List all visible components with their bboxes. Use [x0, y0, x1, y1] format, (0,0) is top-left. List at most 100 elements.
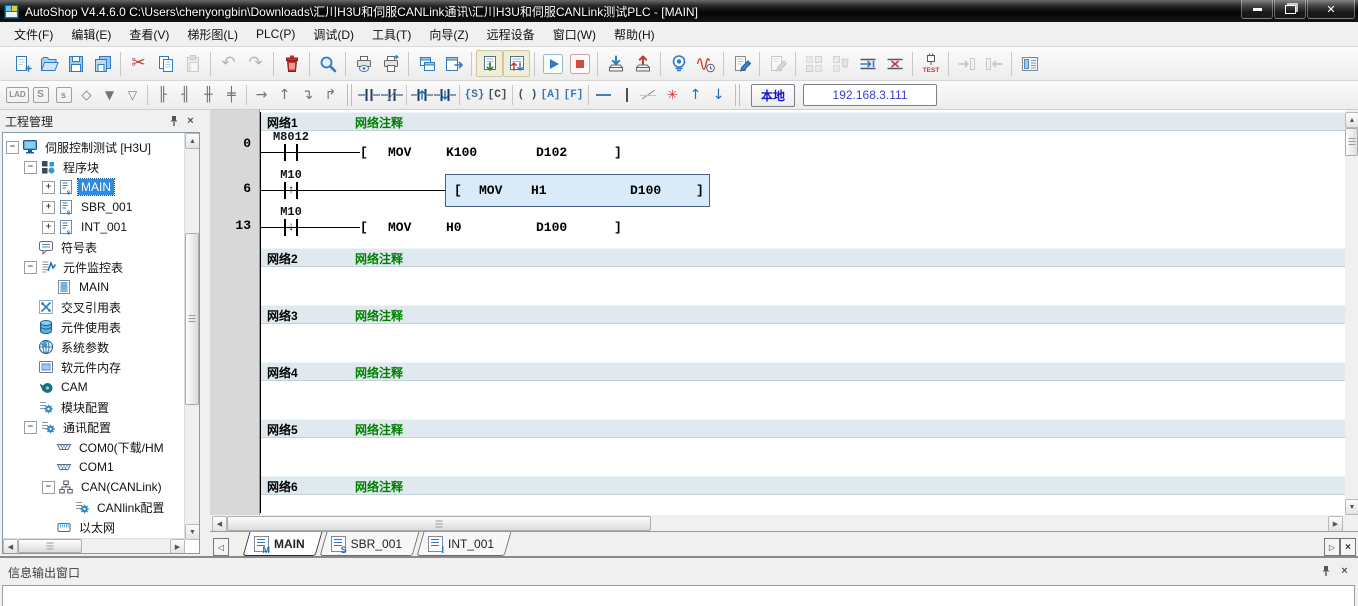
- tree-item-usage-table[interactable]: 元件使用表: [3, 317, 185, 337]
- scroll-up-icon[interactable]: ▲: [185, 133, 199, 149]
- instr-src[interactable]: K100: [446, 145, 477, 160]
- export-program-icon[interactable]: [503, 50, 530, 77]
- trace-scope-icon[interactable]: [692, 50, 719, 77]
- tree-item-canlink-config[interactable]: CANlink配置: [3, 497, 185, 517]
- tree-item-comm-config[interactable]: 通讯配置: [3, 417, 185, 437]
- coil-func-icon[interactable]: [562, 85, 585, 106]
- tree-item-watch-main[interactable]: MAIN: [3, 277, 185, 297]
- instr-dst[interactable]: D102: [536, 145, 567, 160]
- network-1-header[interactable]: 网络1 网络注释: [261, 112, 1345, 131]
- save-all-icon[interactable]: [89, 50, 116, 77]
- monitor-icon[interactable]: [665, 50, 692, 77]
- write-edit-icon[interactable]: [728, 50, 755, 77]
- tree-item-symbol-table[interactable]: 符号表: [3, 237, 185, 257]
- tree-vscroll-thumb[interactable]: [185, 233, 199, 405]
- instr-src[interactable]: H0: [446, 220, 462, 235]
- s-block-icon[interactable]: S: [29, 85, 52, 106]
- s-block-small-icon[interactable]: s: [52, 85, 75, 106]
- tree-item-module-config[interactable]: 模块配置: [3, 397, 185, 417]
- redo-icon[interactable]: ↷: [242, 50, 269, 77]
- tab-scroll-left-icon[interactable]: ◁: [213, 538, 229, 556]
- tree-item-can[interactable]: CAN(CANLink): [3, 477, 185, 497]
- open-file-icon[interactable]: [35, 50, 62, 77]
- step-in-icon[interactable]: [953, 50, 980, 77]
- tab-main[interactable]: MAIN: [244, 532, 321, 556]
- export-window-icon[interactable]: [440, 50, 467, 77]
- expand-icon[interactable]: [42, 200, 55, 214]
- branch-merge-icon[interactable]: ╫: [197, 85, 220, 106]
- tab-close-icon[interactable]: ×: [1340, 538, 1356, 556]
- upload-from-plc-icon[interactable]: [629, 50, 656, 77]
- pin-icon[interactable]: [1317, 562, 1334, 579]
- collapse-icon[interactable]: [24, 160, 37, 174]
- save-icon[interactable]: [62, 50, 89, 77]
- copy-icon[interactable]: [152, 50, 179, 77]
- stop-icon[interactable]: [566, 50, 593, 77]
- delete-icon[interactable]: [278, 50, 305, 77]
- tree-item-cross-reference[interactable]: 交叉引用表: [3, 297, 185, 317]
- contact-closed-icon[interactable]: [380, 85, 403, 106]
- tree-item-sbr-001[interactable]: s SBR_001: [3, 197, 185, 217]
- contact-m10-rising[interactable]: M10 ↑: [280, 168, 302, 206]
- line-up-icon[interactable]: ↑: [684, 85, 707, 106]
- tree-item-watch-table[interactable]: 元件监控表: [3, 257, 185, 277]
- collapse-icon[interactable]: [24, 260, 37, 274]
- tab-int-001[interactable]: INT_001: [418, 532, 510, 556]
- panel-close-icon[interactable]: ×: [1336, 562, 1353, 579]
- collapse-icon[interactable]: [6, 140, 19, 154]
- read-edit-icon[interactable]: [764, 50, 791, 77]
- insert-row-icon[interactable]: [854, 50, 881, 77]
- tree-item-cam[interactable]: CAM: [3, 377, 185, 397]
- run-icon[interactable]: [539, 50, 566, 77]
- editor-hscrollbar[interactable]: ◀ ▶: [210, 515, 1345, 532]
- instr-op[interactable]: MOV: [388, 220, 411, 235]
- convert-icon[interactable]: [800, 50, 827, 77]
- instr-op[interactable]: MOV: [479, 183, 502, 198]
- wire-right-icon[interactable]: →: [250, 85, 273, 106]
- menu-plc[interactable]: PLC(P): [247, 24, 304, 44]
- cut-icon[interactable]: ✂: [125, 50, 152, 77]
- menu-edit[interactable]: 编辑(E): [62, 23, 120, 46]
- coil-counter-icon[interactable]: [486, 85, 509, 106]
- close-button[interactable]: ✕: [1307, 0, 1355, 19]
- undo-icon[interactable]: ↶: [215, 50, 242, 77]
- delete-row-icon[interactable]: [881, 50, 908, 77]
- pin-icon[interactable]: [165, 113, 182, 130]
- menu-window[interactable]: 窗口(W): [544, 23, 605, 46]
- editor-hscroll-thumb[interactable]: [227, 516, 651, 531]
- network-name[interactable]: 网络2: [267, 250, 298, 267]
- ladder-editor[interactable]: 0 6 13 网络1 网络注释 M8012 MOV K100 D102 M10 …: [210, 110, 1345, 515]
- tree-vscrollbar[interactable]: ▲ ▼: [184, 133, 199, 540]
- menu-debug[interactable]: 调试(D): [304, 23, 363, 46]
- network-name[interactable]: 网络1: [267, 114, 298, 131]
- paste-icon[interactable]: [179, 50, 206, 77]
- menu-file[interactable]: 文件(F): [5, 23, 62, 46]
- contact-open-icon[interactable]: [357, 85, 380, 106]
- contact-rising-icon[interactable]: [410, 85, 433, 106]
- panel-close-icon[interactable]: ×: [182, 113, 199, 130]
- tree-item-main[interactable]: s MAIN: [3, 177, 185, 197]
- lad-mode-icon[interactable]: LAD: [6, 85, 29, 106]
- scroll-right-icon[interactable]: ▶: [1328, 516, 1343, 532]
- cascade-windows-icon[interactable]: [413, 50, 440, 77]
- network-name[interactable]: 网络3: [267, 307, 298, 324]
- draw-vline-icon[interactable]: [615, 85, 638, 106]
- tab-scroll-right-icon[interactable]: ▷: [1324, 538, 1340, 556]
- network-comment[interactable]: 网络注释: [355, 114, 403, 131]
- instr-src[interactable]: H1: [531, 183, 547, 198]
- editor-vscrollbar[interactable]: ▲ ▼: [1345, 112, 1358, 515]
- convert-delete-icon[interactable]: [827, 50, 854, 77]
- branch-split-icon[interactable]: ╪: [220, 85, 243, 106]
- append-branch-down-icon[interactable]: ▽: [121, 85, 144, 106]
- tree-item-ethernet[interactable]: 以太网: [3, 517, 185, 537]
- network-comment[interactable]: 网络注释: [355, 364, 403, 381]
- local-connection-button[interactable]: 本地: [751, 83, 796, 107]
- scroll-left-icon[interactable]: ◀: [3, 539, 18, 553]
- simulate-test-icon[interactable]: TEST: [917, 50, 944, 77]
- scroll-down-icon[interactable]: ▼: [185, 524, 199, 540]
- instr-op[interactable]: MOV: [388, 145, 411, 160]
- branch-open-icon[interactable]: ╟: [151, 85, 174, 106]
- draw-hline-icon[interactable]: [592, 85, 615, 106]
- branch-close-icon[interactable]: ╢: [174, 85, 197, 106]
- editor-vscroll-thumb[interactable]: [1345, 128, 1358, 156]
